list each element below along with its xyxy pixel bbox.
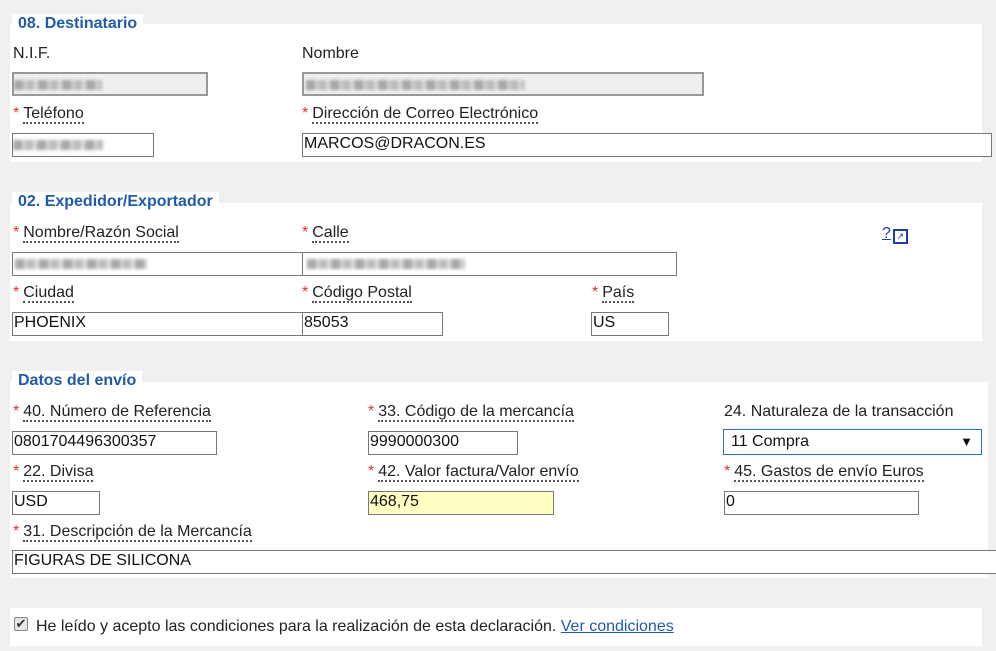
gastos-envio-field[interactable]: 0 [724,491,919,515]
external-link-icon[interactable]: ↗ [892,229,908,244]
ciudad-field[interactable]: PHOENIX [12,312,304,336]
codigo-postal-label: * Código Postal [302,284,412,303]
nif-field[interactable] [12,72,208,96]
telefono-label: * Teléfono [13,105,84,124]
referencia-field[interactable]: 0801704496300357 [12,431,217,455]
divisa-field[interactable]: USD [12,491,100,515]
descripcion-field[interactable]: FIGURAS DE SILICONA [12,550,996,574]
redacted-value [14,80,102,90]
naturaleza-selected: 11 Compra [731,433,809,450]
codigo-mercancia-field[interactable]: 9990000300 [368,431,518,455]
referencia-label: * 40. Número de Referencia [13,403,211,422]
pais-label: * País [592,284,635,303]
help-link[interactable]: ? ↗ [882,225,908,244]
acepto-label: He leído y acepto las condiciones para l… [36,618,557,635]
acepto-checkbox[interactable]: ✔ [14,617,28,631]
codigo-mercancia-label: * 33. Código de la mercancía [368,403,574,422]
help-icon[interactable]: ? [882,225,891,242]
valor-factura-label: * 42. Valor factura/Valor envío [368,463,579,482]
nif-label: N.I.F. [13,45,51,62]
naturaleza-select[interactable]: 11 Compra ▼ [723,429,982,455]
telefono-field[interactable] [12,133,154,157]
divisa-label: * 22. Divisa [13,463,94,482]
calle-label: * Calle [302,224,349,243]
ciudad-label: * Ciudad [13,284,74,303]
gastos-envio-label: * 45. Gastos de envío Euros [724,463,924,482]
redacted-value [15,259,147,269]
acepto-text: He leído y acepto las condiciones para l… [36,617,674,637]
nombre-razon-label: * Nombre/Razón Social [13,224,179,243]
pais-field[interactable]: US [591,312,669,336]
destinatario-legend: 08. Destinatario [12,14,144,34]
nombre-razon-field[interactable] [12,252,304,276]
nombre-field[interactable] [302,72,704,96]
expedidor-legend: 02. Expedidor/Exportador [12,192,219,212]
nombre-label: Nombre [302,45,359,62]
ver-condiciones-link[interactable]: Ver condiciones [561,618,674,635]
email-field[interactable]: MARCOS@DRACON.ES [302,133,992,157]
descripcion-label: * 31. Descripción de la Mercancía [13,523,252,542]
redacted-value [13,140,103,150]
dropdown-arrow-icon[interactable]: ▼ [960,430,973,454]
envio-legend: Datos del envío [12,371,143,391]
email-label: * Dirección de Correo Electrónico [302,105,539,124]
naturaleza-label: 24. Naturaleza de la transacción [724,403,954,420]
codigo-postal-field[interactable]: 85053 [302,312,443,336]
redacted-value [307,259,465,269]
valor-factura-field[interactable]: 468,75 [368,491,554,515]
calle-field[interactable] [302,252,677,276]
redacted-value [306,80,524,90]
